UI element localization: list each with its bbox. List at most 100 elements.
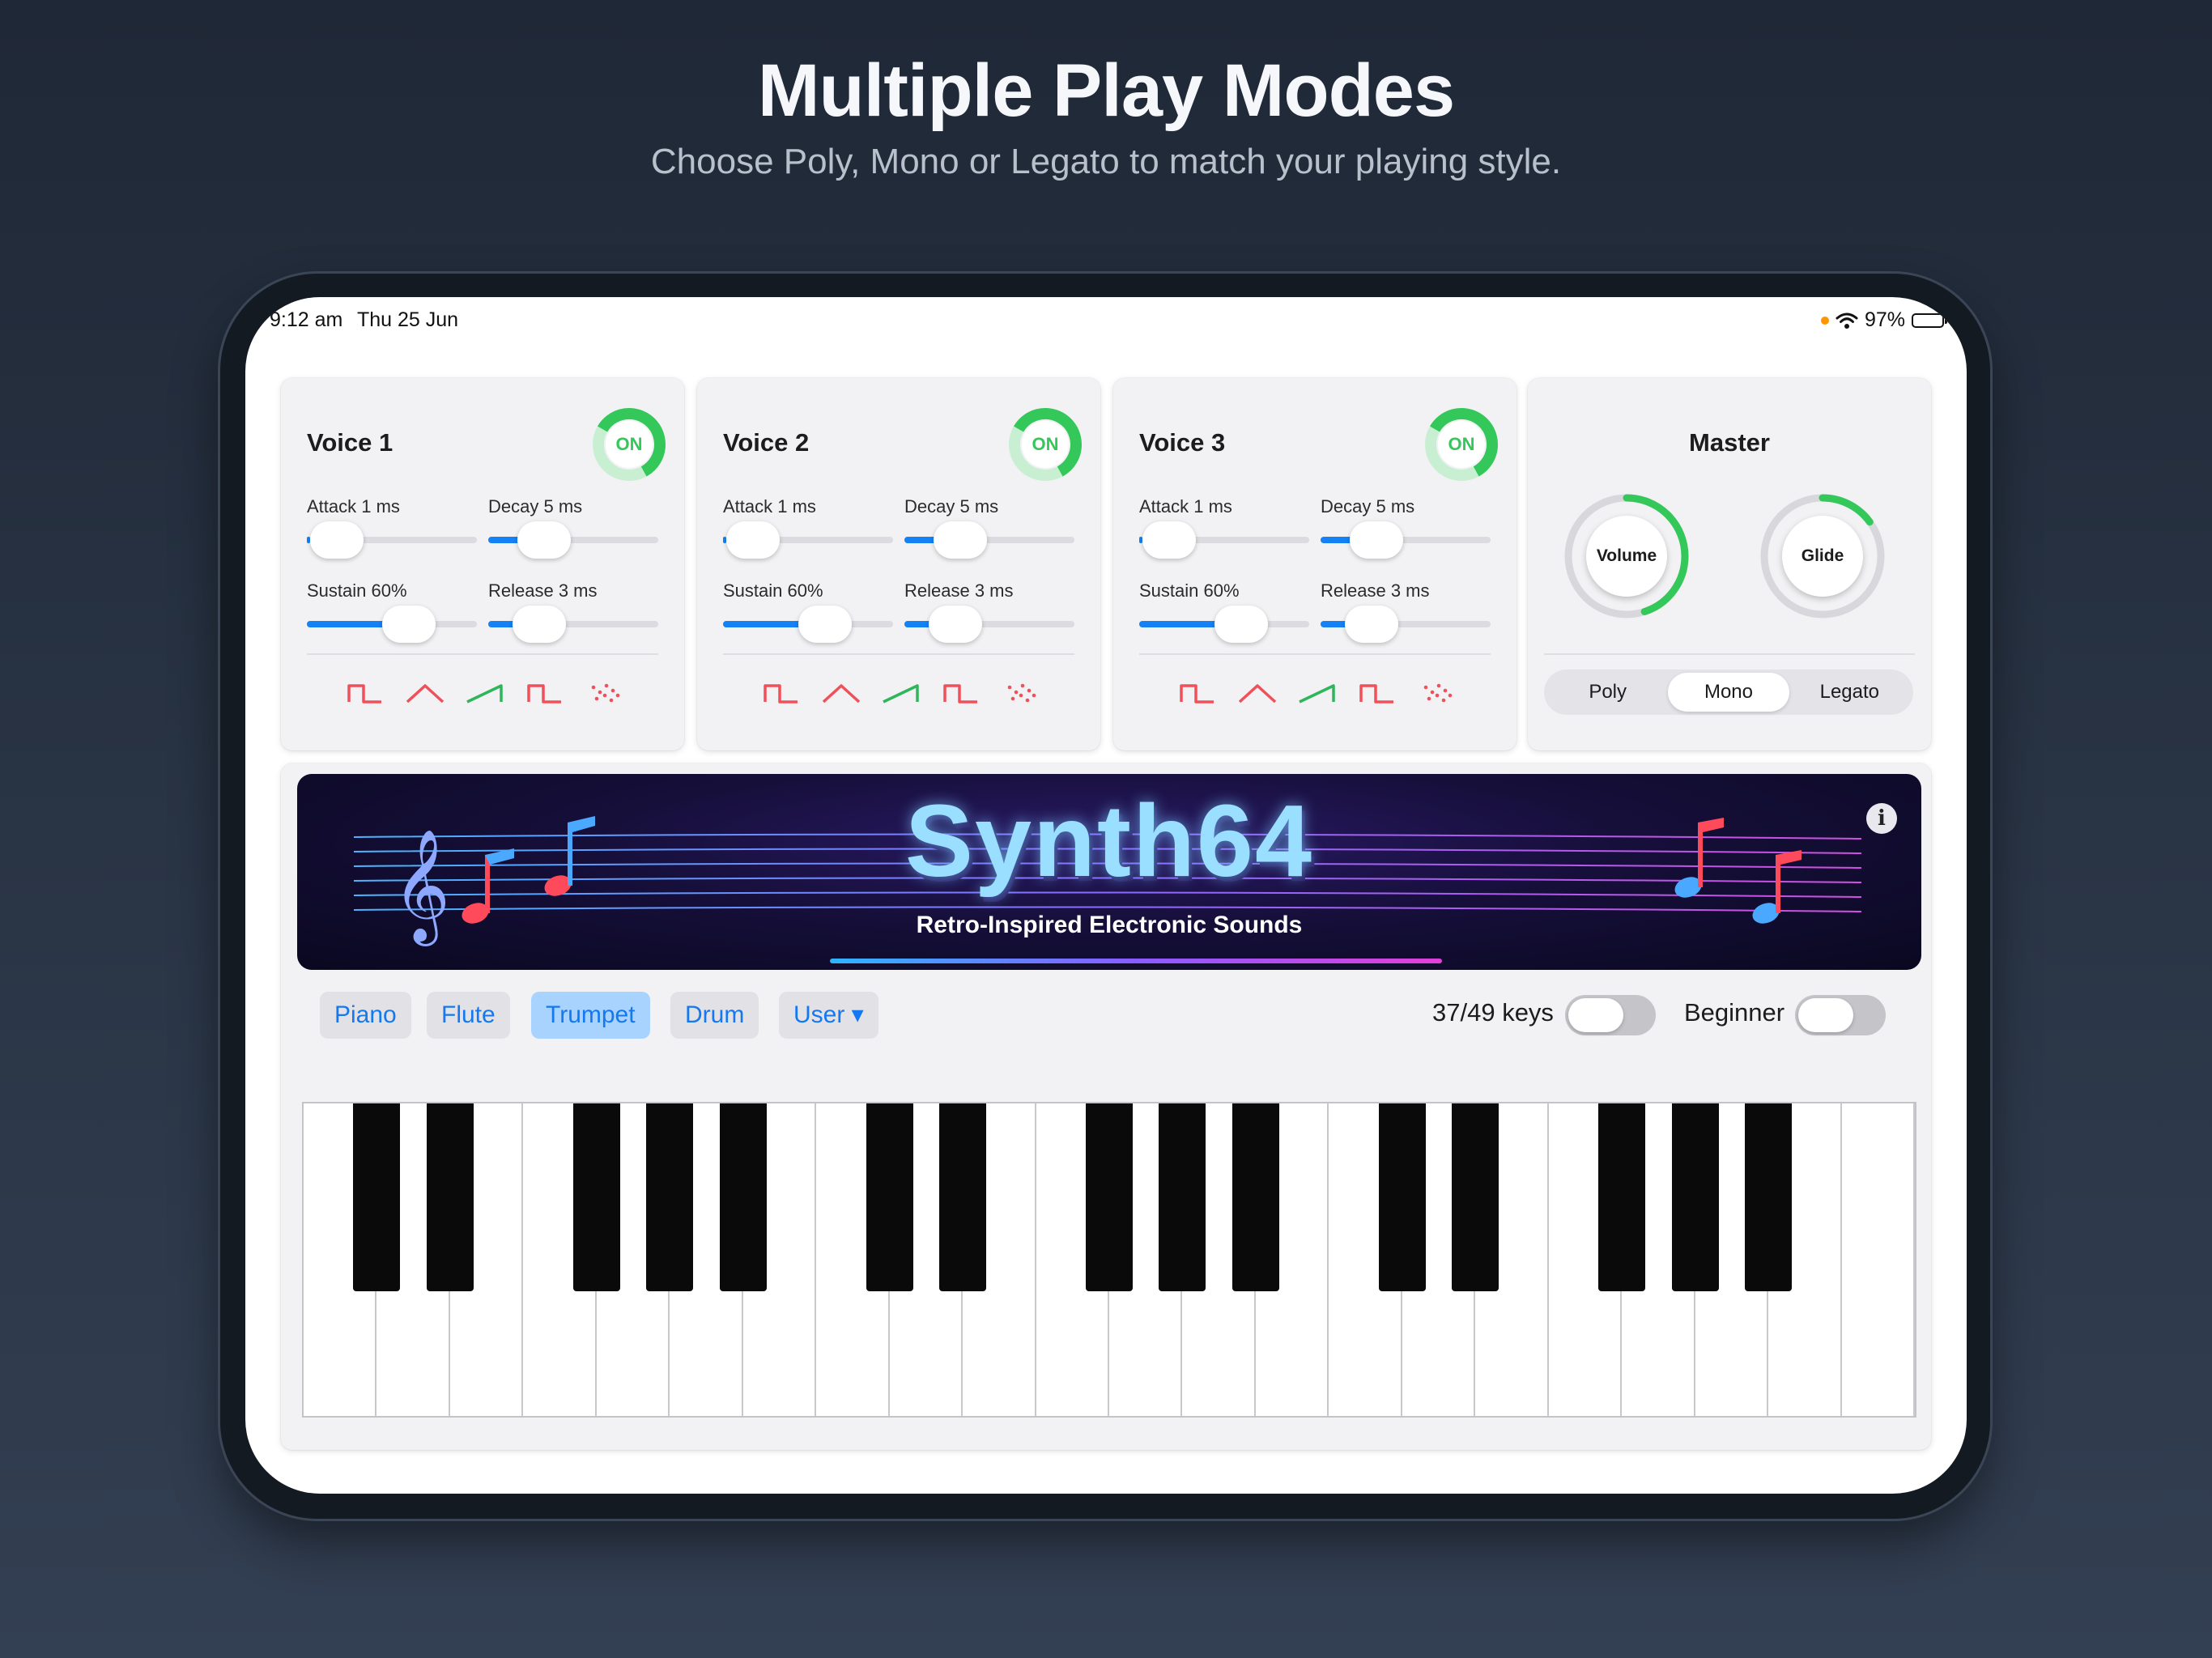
banner-underline: [830, 959, 1442, 963]
sawtooth-wave-icon[interactable]: [466, 679, 504, 708]
sawtooth-wave-icon[interactable]: [882, 679, 921, 708]
triangle-wave-icon[interactable]: [1238, 679, 1277, 708]
waveform-selector: [1178, 679, 1457, 708]
release-label: Release 3 ms: [488, 580, 598, 601]
play-mode-segmented-control: Poly Mono Legato: [1544, 670, 1913, 715]
battery-icon: [1912, 312, 1947, 328]
beginner-toggle[interactable]: [1795, 995, 1886, 1035]
black-key[interactable]: [1598, 1103, 1646, 1291]
attack-label: Attack 1 ms: [307, 496, 400, 517]
sustain-slider[interactable]: [307, 606, 477, 643]
instrument-piano[interactable]: Piano: [320, 992, 411, 1039]
voice-on-toggle[interactable]: ON: [1008, 407, 1083, 482]
instrument-flute[interactable]: Flute: [427, 992, 510, 1039]
sustain-slider[interactable]: [1139, 606, 1309, 643]
keys-count-label: 37/49 keys: [1432, 998, 1554, 1027]
keys-toggle[interactable]: [1565, 995, 1656, 1035]
black-key[interactable]: [866, 1103, 913, 1291]
black-key[interactable]: [1231, 1103, 1279, 1291]
attack-label: Attack 1 ms: [723, 496, 816, 517]
mode-mono[interactable]: Mono: [1668, 673, 1789, 712]
instrument-drum[interactable]: Drum: [670, 992, 759, 1039]
triangle-wave-icon[interactable]: [406, 679, 445, 708]
attack-slider-thumb[interactable]: [1142, 521, 1196, 559]
black-key[interactable]: [572, 1103, 620, 1291]
black-key[interactable]: [1671, 1103, 1719, 1291]
decay-slider[interactable]: [488, 521, 658, 559]
square-wave-icon[interactable]: [942, 679, 981, 708]
instrument-user-dropdown[interactable]: User ▾: [779, 992, 878, 1039]
decay-label: Decay 5 ms: [1321, 496, 1415, 517]
pulse-wave-icon[interactable]: [1178, 679, 1217, 708]
waveform-selector: [762, 679, 1040, 708]
attack-slider-thumb[interactable]: [310, 521, 364, 559]
black-key[interactable]: [939, 1103, 987, 1291]
volume-knob[interactable]: Volume: [1562, 491, 1691, 621]
master-panel: Master Volume Glide Poly Mono Legato: [1528, 378, 1931, 750]
release-slider[interactable]: [488, 606, 658, 643]
wifi-icon: [1836, 312, 1858, 329]
voice-title: Voice 3: [1139, 428, 1226, 457]
voice-panel-2: Voice 2 ON Attack 1 ms Decay 5 ms Sustai…: [697, 378, 1100, 750]
noise-wave-icon[interactable]: [1002, 679, 1040, 708]
mode-legato[interactable]: Legato: [1789, 673, 1910, 712]
decay-slider[interactable]: [1321, 521, 1491, 559]
triangle-wave-icon[interactable]: [822, 679, 861, 708]
sustain-label: Sustain 60%: [307, 580, 407, 601]
attack-slider[interactable]: [723, 521, 893, 559]
decay-label: Decay 5 ms: [904, 496, 999, 517]
release-slider[interactable]: [904, 606, 1074, 643]
sustain-label: Sustain 60%: [1139, 580, 1240, 601]
voice-on-label: ON: [615, 434, 643, 454]
piano-keyboard: [302, 1102, 1916, 1418]
sawtooth-wave-icon[interactable]: [1298, 679, 1337, 708]
decay-slider[interactable]: [904, 521, 1074, 559]
voice-on-toggle[interactable]: ON: [592, 407, 666, 482]
sustain-slider-thumb[interactable]: [382, 606, 436, 643]
sustain-slider-thumb[interactable]: [798, 606, 852, 643]
attack-slider[interactable]: [1139, 521, 1309, 559]
synth64-logo: Synth64: [904, 784, 1314, 898]
black-key[interactable]: [1159, 1103, 1206, 1291]
noise-wave-icon[interactable]: [585, 679, 624, 708]
mode-poly[interactable]: Poly: [1547, 673, 1668, 712]
release-slider-thumb[interactable]: [929, 606, 982, 643]
decay-slider-thumb[interactable]: [1350, 521, 1403, 559]
release-slider-thumb[interactable]: [513, 606, 566, 643]
noise-wave-icon[interactable]: [1418, 679, 1457, 708]
sustain-slider[interactable]: [723, 606, 893, 643]
attack-label: Attack 1 ms: [1139, 496, 1232, 517]
sustain-slider-thumb[interactable]: [1214, 606, 1268, 643]
instrument-trumpet[interactable]: Trumpet: [531, 992, 650, 1039]
square-wave-icon[interactable]: [1358, 679, 1397, 708]
black-key[interactable]: [1452, 1103, 1499, 1291]
black-key[interactable]: [353, 1103, 401, 1291]
pulse-wave-icon[interactable]: [762, 679, 801, 708]
voice-panel-3: Voice 3 ON Attack 1 ms Decay 5 ms Sustai…: [1113, 378, 1516, 750]
waveform-selector: [346, 679, 624, 708]
black-key[interactable]: [1378, 1103, 1426, 1291]
white-key[interactable]: [1841, 1103, 1915, 1416]
voice-divider: [723, 653, 1074, 655]
release-slider[interactable]: [1321, 606, 1491, 643]
synth64-banner: 𝄞 Synth64 Retro-Inspired Electronic Soun…: [297, 774, 1921, 970]
release-label: Release 3 ms: [1321, 580, 1430, 601]
black-key[interactable]: [719, 1103, 767, 1291]
black-key[interactable]: [646, 1103, 694, 1291]
voice-on-toggle[interactable]: ON: [1424, 407, 1499, 482]
decay-slider-thumb[interactable]: [517, 521, 571, 559]
glide-knob[interactable]: Glide: [1758, 491, 1887, 621]
release-slider-thumb[interactable]: [1345, 606, 1398, 643]
black-key[interactable]: [426, 1103, 474, 1291]
sustain-label: Sustain 60%: [723, 580, 823, 601]
info-icon[interactable]: i: [1866, 803, 1897, 834]
attack-slider-thumb[interactable]: [726, 521, 780, 559]
battery-percent: 97%: [1864, 308, 1905, 331]
square-wave-icon[interactable]: [525, 679, 564, 708]
pulse-wave-icon[interactable]: [346, 679, 385, 708]
decay-slider-thumb[interactable]: [934, 521, 987, 559]
black-key[interactable]: [1745, 1103, 1793, 1291]
promo-subtitle: Choose Poly, Mono or Legato to match you…: [650, 142, 1562, 181]
attack-slider[interactable]: [307, 521, 477, 559]
black-key[interactable]: [1086, 1103, 1133, 1291]
